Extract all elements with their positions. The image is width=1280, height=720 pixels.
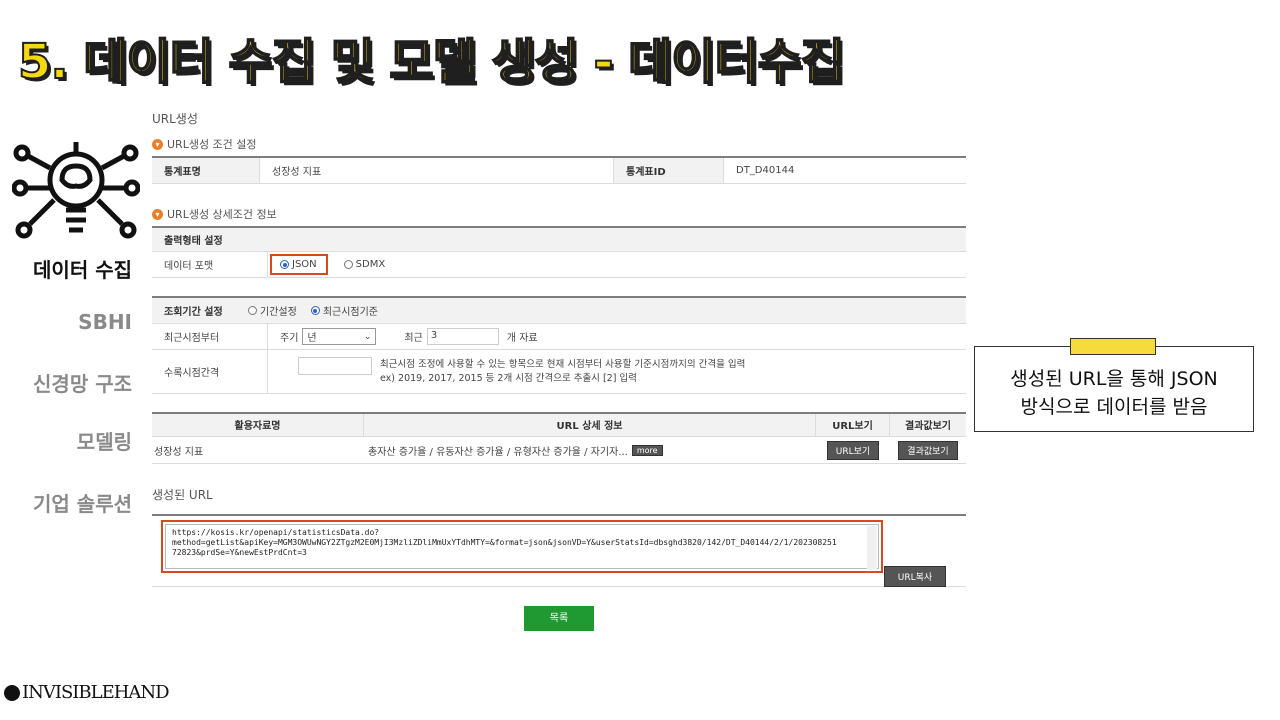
output-title: 출력형태 설정	[164, 236, 223, 247]
cycle-label: 주기	[280, 333, 299, 344]
nav-item-data-collection[interactable]: 데이터 수집	[33, 254, 132, 283]
radio-period-range[interactable]	[248, 306, 257, 315]
slide-title: 5. 데이터 수집 및 모델 생성 - 데이터수집	[17, 33, 846, 91]
format-options: JSON SDMX	[268, 252, 568, 277]
recent-unit: 개 자료	[506, 333, 538, 344]
result-detail-text: 총자산 증가율 / 유동자산 증가율 / 유형자산 증가율 / 자기자...	[368, 446, 628, 458]
radio-json[interactable]	[280, 260, 289, 269]
generated-url-bottom-divider	[152, 586, 966, 587]
result-table-header: 활용자료명 URL 상세 정보 URL보기 결과값보기	[152, 412, 966, 437]
nav-item-modeling[interactable]: 모델링	[77, 426, 132, 455]
stat-table-label: 통계표명	[152, 158, 260, 183]
radio-sdmx[interactable]	[343, 260, 353, 269]
url-copy-button[interactable]: URL복사	[884, 566, 946, 587]
format-row: 데이터 포맷 JSON SDMX	[152, 252, 966, 278]
url-view-cell: URL보기	[816, 440, 890, 460]
recent-controls: 주기 년 ⌄ 최근 3 개 자료	[268, 324, 538, 349]
period-title: 조회기간 설정	[164, 307, 223, 318]
interval-description: 최근시점 조정에 사용할 수 있는 항목으로 현재 시점부터 사용할 기준시점까…	[380, 358, 745, 386]
url-view-button[interactable]: URL보기	[826, 440, 880, 460]
col-result-view: 결과값보기	[905, 421, 951, 432]
callout-tape	[1070, 338, 1156, 355]
panel-heading: URL생성	[152, 112, 198, 126]
generated-url-divider	[152, 514, 966, 516]
cycle-select[interactable]: 년 ⌄	[302, 328, 377, 345]
detail-title-text: URL생성 상세조건 정보	[167, 208, 277, 221]
result-view-button[interactable]: 결과값보기	[898, 440, 958, 460]
nav-item-sbhi[interactable]: SBHI	[78, 310, 132, 334]
format-sdmx-option[interactable]: SDMX	[343, 259, 386, 270]
format-json-option[interactable]: JSON	[270, 254, 328, 275]
format-label: 데이터 포맷	[152, 252, 268, 277]
logo-mark-icon	[4, 684, 20, 701]
period-recent-label: 최근시점기준	[322, 307, 379, 318]
interval-input[interactable]	[298, 356, 372, 375]
condition-section-title: ▾ URL생성 조건 설정	[152, 136, 257, 152]
list-button[interactable]: 목록	[524, 606, 594, 631]
period-option-range[interactable]: 기간설정	[248, 303, 297, 318]
callout-line1: 생성된 URL을 통해 JSON	[1010, 368, 1218, 390]
result-row-detail: 총자산 증가율 / 유동자산 증가율 / 유형자산 증가율 / 자기자... m…	[364, 443, 816, 458]
col-url-view: URL보기	[816, 414, 890, 436]
cycle-select-value: 년	[307, 333, 317, 344]
period-option-recent[interactable]: 최근시점기준	[310, 303, 379, 318]
logo-text: INVISIBLEHAND	[22, 682, 170, 703]
generated-url-textarea[interactable]	[165, 524, 879, 569]
result-row: 성장성 지표 총자산 증가율 / 유동자산 증가율 / 유형자산 증가율 / 자…	[152, 437, 966, 464]
stat-table-value: 성장성 지표	[260, 158, 614, 183]
interval-label: 수록시점간격	[152, 350, 268, 393]
interval-row: 수록시점간격 최근시점 조정에 사용할 수 있는 항목으로 현재 시점부터 사용…	[152, 350, 966, 394]
chevron-down-icon: ▾	[152, 208, 163, 220]
result-row-name: 성장성 지표	[154, 446, 204, 458]
radio-period-recent[interactable]	[310, 306, 320, 315]
recent-row: 최근시점부터 주기 년 ⌄ 최근 3 개 자료	[152, 324, 966, 350]
chevron-down-icon: ⌄	[363, 331, 372, 342]
nav-item-enterprise-solution[interactable]: 기업 솔루션	[33, 488, 132, 517]
recent-n-input[interactable]: 3	[426, 328, 499, 345]
col-url-detail: URL 상세 정보	[364, 414, 816, 436]
col-resource-name: 활용자료명	[152, 414, 364, 436]
result-view-cell: 결과값보기	[890, 440, 966, 460]
period-range-label: 기간설정	[260, 307, 297, 318]
generated-url-box	[161, 520, 883, 573]
url-scrollbar[interactable]	[867, 526, 877, 570]
condition-title-text: URL생성 조건 설정	[167, 138, 257, 151]
more-button[interactable]: more	[631, 444, 663, 456]
recent-n-label: 최근	[404, 333, 423, 344]
sdmx-label: SDMX	[355, 259, 386, 270]
stat-id-label: 통계표ID	[614, 158, 724, 183]
nav-item-neural-network[interactable]: 신경망 구조	[33, 368, 132, 397]
company-logo: INVISIBLEHAND	[4, 682, 170, 703]
output-format-header: 출력형태 설정	[152, 226, 966, 252]
chevron-down-icon: ▾	[152, 138, 163, 150]
json-label: JSON	[292, 259, 317, 270]
stat-id-value: DT_D40144	[736, 165, 795, 176]
generated-url-title: 생성된 URL	[152, 488, 213, 502]
interval-desc-line1: 최근시점 조정에 사용할 수 있는 항목으로 현재 시점부터 사용할 기준시점까…	[380, 358, 746, 370]
recent-label: 최근시점부터	[152, 324, 268, 349]
stat-info-row: 통계표명 성장성 지표 통계표ID DT_D40144	[152, 156, 966, 184]
period-header: 조회기간 설정 기간설정 최근시점기준	[152, 296, 966, 324]
brain-lightbulb-icon	[12, 142, 140, 239]
callout-line2: 방식으로 데이터를 받음	[1020, 396, 1208, 418]
detail-section-title: ▾ URL생성 상세조건 정보	[152, 206, 277, 222]
callout-box: 생성된 URL을 통해 JSON 방식으로 데이터를 받음	[974, 346, 1254, 432]
interval-desc-line2: ex) 2019, 2017, 2015 등 2개 시점 간격으로 추출시 [2…	[380, 372, 637, 384]
